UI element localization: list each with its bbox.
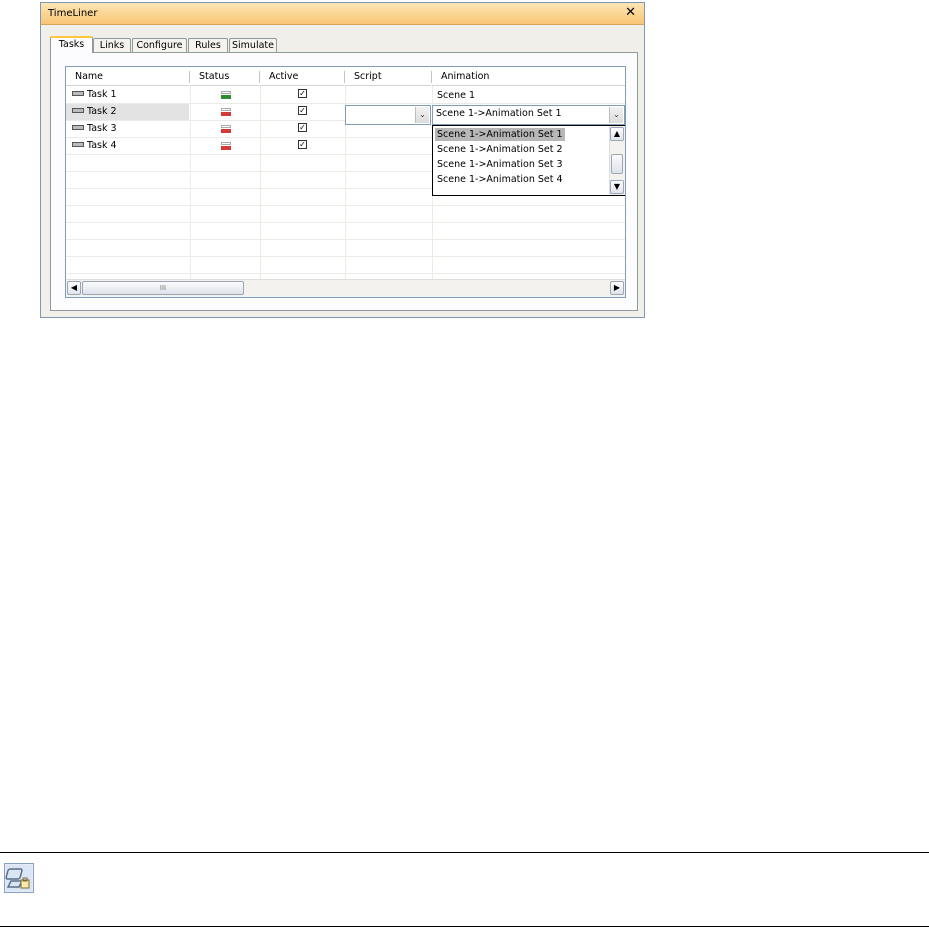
status-red-icon: [221, 125, 231, 133]
window-title: TimeLiner: [48, 8, 98, 19]
active-checkbox[interactable]: ✓: [298, 140, 307, 149]
tab-tasks[interactable]: Tasks: [50, 36, 93, 53]
scroll-right-icon[interactable]: ▶: [610, 281, 624, 295]
animation-combo-value: Scene 1->Animation Set 1: [436, 108, 562, 119]
timeliner-icon: [4, 863, 34, 893]
column-header-script[interactable]: Script: [345, 67, 431, 86]
status-green-icon: [221, 91, 231, 99]
active-checkbox[interactable]: ✓: [298, 89, 307, 98]
tasks-panel: Name Status Active Script Animation Task…: [50, 52, 638, 311]
divider-bottom: [0, 926, 929, 927]
tab-links[interactable]: Links: [93, 38, 131, 52]
column-header-active[interactable]: Active: [260, 67, 344, 86]
animation-cell[interactable]: Scene 1: [437, 88, 475, 104]
task-bar-icon: [72, 141, 84, 147]
task-name: Task 2: [87, 106, 117, 117]
task-bar-icon: [72, 107, 84, 113]
scroll-left-icon[interactable]: ◀: [67, 281, 81, 295]
script-combo[interactable]: ⌄: [345, 105, 431, 125]
scroll-down-icon[interactable]: ▼: [610, 180, 624, 194]
dropdown-option[interactable]: Scene 1->Animation Set 4: [435, 173, 565, 186]
tab-simulate[interactable]: Simulate: [229, 38, 277, 52]
chevron-down-icon[interactable]: ⌄: [609, 107, 623, 123]
title-bar: TimeLiner ✕: [41, 3, 644, 25]
task-name: Task 1: [87, 89, 117, 100]
animation-combo[interactable]: Scene 1->Animation Set 1 ⌄: [432, 105, 625, 125]
column-header-animation[interactable]: Animation: [432, 67, 625, 86]
scroll-thumb[interactable]: III: [82, 281, 244, 295]
chevron-down-icon[interactable]: ⌄: [415, 107, 429, 123]
task-bar-icon: [72, 90, 84, 96]
grid-header: Name Status Active Script Animation: [66, 67, 625, 86]
task-bar-icon: [72, 124, 84, 130]
animation-dropdown-list: Scene 1->Animation Set 1 Scene 1->Animat…: [432, 125, 625, 196]
status-red-icon: [221, 142, 231, 150]
table-row[interactable]: Task 1: [72, 87, 117, 103]
column-header-name[interactable]: Name: [66, 67, 189, 86]
table-row[interactable]: Task 3: [72, 121, 117, 137]
active-checkbox[interactable]: ✓: [298, 106, 307, 115]
table-row[interactable]: Task 2: [72, 104, 117, 120]
column-header-status[interactable]: Status: [190, 67, 259, 86]
dropdown-scrollbar[interactable]: ▲ ▼: [609, 126, 625, 195]
tab-configure[interactable]: Configure: [132, 38, 187, 52]
task-name: Task 4: [87, 140, 117, 151]
scroll-up-icon[interactable]: ▲: [610, 127, 624, 141]
dropdown-option[interactable]: Scene 1->Animation Set 3: [435, 158, 565, 171]
tasks-grid: Name Status Active Script Animation Task…: [65, 66, 626, 298]
tab-rules[interactable]: Rules: [188, 38, 228, 52]
scroll-thumb[interactable]: [611, 154, 623, 174]
table-row[interactable]: Task 4: [72, 138, 117, 154]
task-name: Task 3: [87, 123, 117, 134]
dropdown-option[interactable]: Scene 1->Animation Set 2: [435, 143, 565, 156]
close-icon[interactable]: ✕: [625, 6, 636, 20]
horizontal-scrollbar[interactable]: ◀ III ▶: [66, 279, 625, 297]
active-checkbox[interactable]: ✓: [298, 123, 307, 132]
timeliner-window: TimeLiner ✕ Tasks Links Configure Rules …: [40, 2, 645, 318]
dropdown-option[interactable]: Scene 1->Animation Set 1: [435, 128, 565, 141]
divider-top: [0, 852, 929, 853]
status-red-icon: [221, 108, 231, 116]
